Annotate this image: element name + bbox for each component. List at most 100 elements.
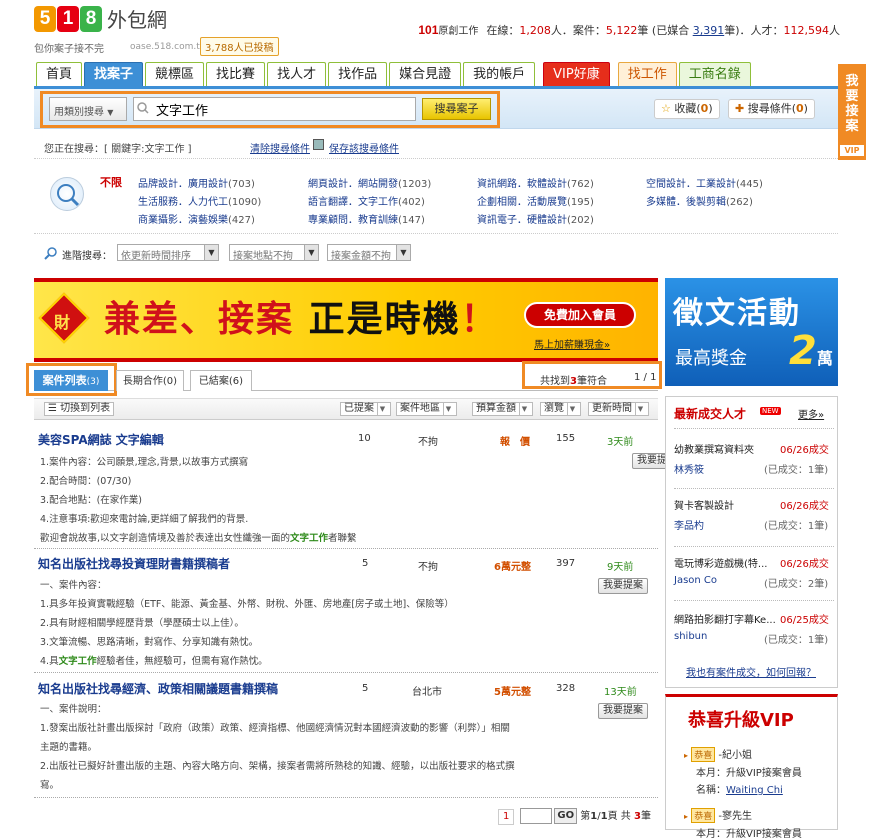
tab-long-term-label: 長期合作	[122, 376, 163, 387]
main-nav: 首頁 找案子 競標區 找比賽 找人才 找作品 媒合見證 我的帳戶 VIP好康 找工作 工商名錄	[36, 62, 753, 87]
recent-deals-title: 最新成交人才	[674, 407, 747, 421]
deal-row[interactable]: 電玩博彩遊戲機(特... 06/26成交 Jason Co (已成交：2筆)	[674, 546, 834, 600]
propose-button[interactable]: 我要提案	[598, 703, 648, 719]
category-label: 網頁設計．網站開發	[308, 179, 398, 190]
category-unlimited[interactable]: 不限	[100, 174, 122, 190]
tab-case-list-label: 案件列表	[42, 374, 87, 387]
deal-user[interactable]: 林秀筱	[674, 461, 704, 476]
category-item[interactable]: 資訊電子．硬體設計(202)	[477, 211, 594, 226]
case-desc-line: 1.具多年投資實戰經驗（ETF、能源、黃金基、外幣、財稅、外匯、房地產[房子或土…	[40, 599, 454, 610]
nav-tab-contests[interactable]: 找比賽	[206, 62, 266, 87]
deal-user[interactable]: shibun	[674, 631, 707, 642]
favorites-button[interactable]: ☆ 收藏(0)	[654, 99, 720, 119]
category-count: (195)	[567, 197, 594, 208]
page-jump-input[interactable]	[520, 808, 553, 824]
sort-select-value: 依更新時間排序	[121, 251, 191, 262]
page-button[interactable]: 1	[498, 809, 515, 825]
category-count: (703)	[228, 179, 255, 190]
col-proposals[interactable]: 已提案 ▼	[340, 402, 391, 416]
case-desc-line: 1.發案出版社計畫出版探討「政府（政策）政策、經濟指標、他國經濟情況對本國經濟波…	[40, 723, 510, 734]
col-views[interactable]: 瀏覽 ▼	[540, 402, 581, 416]
cases-unit: 筆 (已媒合	[637, 24, 693, 37]
earn-cash-link[interactable]: 馬上加薪賺現金»	[534, 336, 610, 351]
more-link[interactable]: 更多»	[798, 406, 824, 421]
amount-select[interactable]: 接案金額不拘 ▼	[327, 244, 411, 262]
case-title[interactable]: 知名出版社找尋經濟、政策相關議題書籍撰稿	[38, 680, 278, 697]
category-item[interactable]: 資訊網路．軟體設計(762)	[477, 175, 594, 190]
tab-closed[interactable]: 已結案(6)	[190, 370, 252, 391]
pager-prefix: 第	[580, 811, 591, 822]
nav-tab-find-cases[interactable]: 找案子	[84, 62, 144, 87]
sort-select[interactable]: 依更新時間排序 ▼	[117, 244, 219, 262]
case-updated: 9天前	[607, 562, 634, 573]
nav-tab-bidding[interactable]: 競標區	[145, 62, 205, 87]
deal-user[interactable]: Jason Co	[674, 575, 717, 586]
nav-tab-testimonials[interactable]: 媒合見證	[389, 62, 462, 87]
location-select[interactable]: 接案地點不拘 ▼	[229, 244, 319, 262]
case-proposals: 10	[358, 433, 371, 444]
nav-tab-vip[interactable]: VIP好康	[543, 62, 610, 87]
save-conditions-link[interactable]: 保存該搜尋條件	[329, 140, 399, 155]
essay-banner-sub: 最高獎金	[675, 348, 747, 369]
bid-count-badge: 3,788人已投稿	[200, 37, 279, 56]
search-cases-button[interactable]: 搜尋案子	[422, 98, 491, 120]
tab-long-term-count: (0)	[162, 376, 178, 387]
saved-conditions-label: 搜尋條件(	[747, 102, 797, 115]
case-region: 不拘	[418, 437, 438, 448]
case-views: 328	[556, 683, 576, 694]
category-item[interactable]: 企劃相關．活動展覽(195)	[477, 193, 594, 208]
nav-tab-account[interactable]: 我的帳戶	[463, 62, 536, 87]
deal-user[interactable]: 李品杓	[674, 517, 704, 532]
report-deal-link[interactable]: 我也有案件成交，如何回報？	[686, 664, 816, 679]
chevron-down-icon: ▼	[204, 245, 218, 260]
clear-conditions-link[interactable]: 清除搜尋條件	[250, 140, 310, 155]
deal-name: 網路拍影翻打字幕Ke...	[674, 615, 776, 626]
category-item[interactable]: 空間設計．工業設計(445)	[646, 175, 763, 190]
location-select-value: 接案地點不拘	[233, 251, 293, 262]
col-updated-label: 更新時間	[592, 403, 632, 414]
case-title[interactable]: 知名出版社找尋投資理財書籍撰稿者	[38, 555, 230, 572]
deal-row[interactable]: 網路拍影翻打字幕Ke... 06/25成交 shibun (已成交：1筆)	[674, 600, 834, 654]
matched-count-link[interactable]: 3,391	[693, 24, 725, 37]
category-select[interactable]: 用類別搜尋 ▼	[49, 97, 127, 121]
deal-date: 06/25成交	[780, 615, 829, 626]
category-item[interactable]: 品牌設計．廣用設計(703)	[138, 175, 255, 190]
category-item[interactable]: 專業顧問．教育訓練(147)	[308, 211, 425, 226]
keyword-input[interactable]	[150, 97, 416, 121]
nav-tab-jobs[interactable]: 找工作	[617, 62, 677, 87]
propose-button[interactable]: 我要提案	[598, 578, 648, 594]
nav-tab-find-talent[interactable]: 找人才	[267, 62, 327, 87]
site-logo[interactable]: 5 1 8 外包網	[34, 6, 204, 40]
go-button[interactable]: GO	[554, 808, 578, 824]
case-desc-line: 寫。	[40, 780, 60, 791]
nav-tab-home[interactable]: 首頁	[36, 62, 83, 87]
category-item[interactable]: 生活服務．人力代工(1090)	[138, 193, 261, 208]
essay-banner-number: 2	[789, 328, 817, 374]
category-item[interactable]: 商業攝影．演藝娛樂(427)	[138, 211, 255, 226]
free-join-button[interactable]: 免費加入會員	[524, 302, 636, 328]
nav-tab-directory[interactable]: 工商名錄	[678, 62, 751, 87]
case-desc-line: 2.出版社已擬好計畫出版的主題、內容大略方向、架構，接案者需將所熟稔的知識、經驗…	[40, 761, 515, 772]
vip-user-link[interactable]: Waiting Chi	[726, 785, 783, 796]
col-region[interactable]: 案件地區 ▼	[396, 402, 457, 416]
deal-row[interactable]: 幼教業撰寫資料夾 06/26成交 林秀筱 (已成交：1筆)	[674, 428, 834, 488]
switch-view-button[interactable]: ☰ 切換到列表	[44, 402, 115, 416]
essay-contest-banner[interactable]: 徵文活動 最高獎金 2萬	[665, 278, 838, 386]
tab-long-term[interactable]: 長期合作(0)	[116, 370, 184, 391]
col-updated[interactable]: 更新時間 ▼	[588, 402, 649, 416]
category-item[interactable]: 多媒體．後製剪輯(262)	[646, 193, 753, 208]
tab-case-list[interactable]: 案件列表(3)	[34, 370, 108, 391]
case-divider	[34, 548, 658, 549]
col-budget[interactable]: 預算金額 ▼	[472, 402, 533, 416]
saved-conditions-button[interactable]: ✚ 搜尋條件(0)	[728, 99, 815, 119]
category-item[interactable]: 網頁設計．網站開發(1203)	[308, 175, 431, 190]
result-prefix: 共找到	[540, 376, 570, 387]
case-title[interactable]: 美容SPA網誌 文字編輯	[38, 431, 164, 448]
nav-tab-find-works[interactable]: 找作品	[328, 62, 388, 87]
conditions-paren: )	[803, 102, 808, 115]
category-item[interactable]: 語言翻譯．文字工作(402)	[308, 193, 425, 208]
category-label: 多媒體．後製剪輯	[646, 197, 726, 208]
case-desc-line: 主題的書籍。	[40, 742, 98, 753]
deal-row[interactable]: 賀卡客製設計 06/26成交 李品杓 (已成交：1筆)	[674, 488, 834, 546]
triangle-icon: ▸	[684, 812, 689, 821]
